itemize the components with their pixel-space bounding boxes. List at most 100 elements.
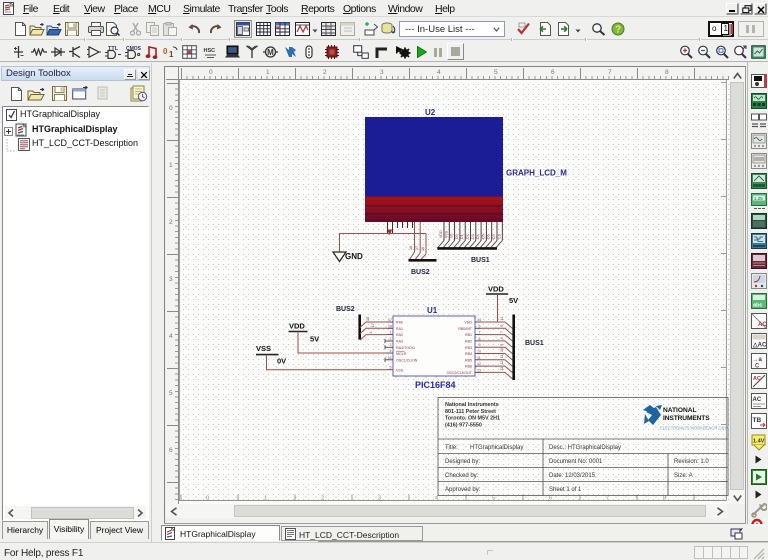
svg-text:12: 12 bbox=[477, 362, 481, 366]
svg-text:7: 7 bbox=[500, 331, 504, 333]
svg-text:D7: D7 bbox=[492, 234, 496, 239]
svg-text:Title:: Title: bbox=[445, 445, 458, 451]
svg-text:1.25: 1.25 bbox=[754, 196, 763, 201]
svg-text:Designed by:: Designed by: bbox=[445, 459, 480, 465]
svg-text:1: 1 bbox=[264, 496, 267, 502]
svg-text:6: 6 bbox=[479, 324, 481, 328]
svg-text:7: 7 bbox=[606, 496, 609, 502]
svg-text:AC: AC bbox=[758, 322, 767, 328]
svg-text:HTGraphicalDisplay: HTGraphicalDisplay bbox=[470, 445, 523, 451]
svg-text:1: 1 bbox=[169, 50, 174, 59]
svg-text:12: 12 bbox=[500, 361, 504, 365]
svg-text:3: 3 bbox=[378, 496, 381, 502]
svg-text:AC: AC bbox=[753, 376, 761, 382]
svg-text:10: 10 bbox=[477, 350, 481, 354]
svg-text:TB: TB bbox=[753, 417, 762, 424]
svg-text:NATIONAL: NATIONAL bbox=[663, 407, 697, 414]
svg-text:OSC1/CLKIN: OSC1/CLKIN bbox=[396, 358, 418, 362]
svg-text:RA0: RA0 bbox=[396, 321, 403, 325]
svg-text:6: 6 bbox=[549, 496, 552, 502]
svg-text:Approved by:: Approved by: bbox=[445, 487, 481, 493]
svg-text:9: 9 bbox=[500, 344, 504, 346]
svg-text:(416) 977-5550: (416) 977-5550 bbox=[445, 422, 482, 428]
svg-text:3: 3 bbox=[390, 343, 392, 347]
svg-text:5V: 5V bbox=[509, 296, 518, 305]
svg-text:D0: D0 bbox=[455, 234, 459, 239]
svg-text:VDD: VDD bbox=[439, 230, 443, 238]
svg-text:9: 9 bbox=[479, 343, 481, 347]
svg-text:RB1: RB1 bbox=[465, 333, 472, 337]
svg-text:17: 17 bbox=[371, 323, 375, 327]
svg-text:8: 8 bbox=[663, 496, 666, 502]
svg-text:1: 1 bbox=[369, 332, 373, 334]
svg-text:BUS2: BUS2 bbox=[336, 306, 355, 313]
svg-text:RB2: RB2 bbox=[465, 340, 472, 344]
svg-text:14: 14 bbox=[500, 317, 504, 321]
svg-text:BUS1: BUS1 bbox=[471, 257, 490, 264]
svg-text:16: 16 bbox=[388, 356, 392, 360]
svg-text:BUS2: BUS2 bbox=[411, 269, 430, 276]
svg-text:11: 11 bbox=[500, 355, 504, 359]
svg-text:11: 11 bbox=[477, 356, 481, 360]
svg-text:RA3: RA3 bbox=[396, 340, 403, 344]
svg-text:VSS: VSS bbox=[256, 344, 271, 353]
svg-text:VSS: VSS bbox=[444, 230, 448, 238]
svg-text:RB5: RB5 bbox=[465, 358, 472, 362]
svg-text:0: 0 bbox=[163, 47, 168, 56]
svg-text:0: 0 bbox=[206, 496, 209, 502]
svg-text:Desc.: HTGraphicalDisplay: Desc.: HTGraphicalDisplay bbox=[549, 445, 621, 451]
svg-text:VDD: VDD bbox=[464, 321, 472, 325]
svg-text:MCLR: MCLR bbox=[396, 352, 407, 356]
svg-text:1: 1 bbox=[390, 331, 392, 335]
svg-text:0V: 0V bbox=[277, 357, 286, 366]
svg-text:→a: →a bbox=[753, 357, 763, 363]
svg-text:18: 18 bbox=[409, 246, 413, 250]
svg-text:801-111 Peter Street: 801-111 Peter Street bbox=[445, 409, 496, 415]
svg-text:10: 10 bbox=[500, 348, 504, 352]
svg-text:5: 5 bbox=[390, 366, 392, 370]
svg-text:RA2: RA2 bbox=[396, 333, 403, 337]
svg-text:18: 18 bbox=[366, 317, 370, 321]
svg-text:HSC: HSC bbox=[204, 48, 216, 54]
svg-text:ELECTRONICS WORKBENCH GROUP: ELECTRONICS WORKBENCH GROUP bbox=[660, 426, 729, 431]
svg-text:Date: 12/03/2015: Date: 12/03/2015 bbox=[549, 473, 596, 479]
svg-text:13: 13 bbox=[500, 367, 504, 371]
svg-text:5V: 5V bbox=[310, 335, 319, 344]
svg-text:Size: A: Size: A bbox=[674, 473, 693, 479]
svg-text:Document No: 0001: Document No: 0001 bbox=[549, 459, 603, 465]
svg-text:BUS1: BUS1 bbox=[525, 340, 544, 347]
svg-text:VDD: VDD bbox=[488, 285, 504, 294]
svg-text:1.4V: 1.4V bbox=[753, 439, 765, 445]
svg-text:17: 17 bbox=[415, 246, 419, 250]
svg-text:RA4/TOCKI: RA4/TOCKI bbox=[396, 346, 415, 350]
svg-text:17: 17 bbox=[388, 318, 392, 322]
svg-text:6: 6 bbox=[500, 325, 504, 327]
svg-text:8: 8 bbox=[479, 337, 481, 341]
svg-text:C: C bbox=[755, 364, 760, 370]
svg-text:U2: U2 bbox=[425, 108, 436, 117]
svg-text:CS: CS bbox=[497, 233, 501, 239]
svg-text:2: 2 bbox=[390, 337, 392, 341]
svg-text:5: 5 bbox=[492, 496, 495, 502]
svg-text:U1: U1 bbox=[427, 306, 438, 315]
svg-text:D5: D5 bbox=[481, 234, 485, 239]
svg-text:VDD: VDD bbox=[289, 322, 305, 331]
svg-text:?: ? bbox=[615, 25, 621, 36]
svg-text:RB6: RB6 bbox=[465, 365, 472, 369]
svg-text:PIC16F84: PIC16F84 bbox=[415, 380, 456, 390]
svg-text:RB0/INT: RB0/INT bbox=[458, 327, 473, 331]
svg-text:National Instruments: National Instruments bbox=[445, 402, 499, 408]
svg-text:RB4: RB4 bbox=[465, 352, 472, 356]
svg-text:INSTRUMENTS: INSTRUMENTS bbox=[663, 415, 710, 422]
svg-text:D3: D3 bbox=[471, 234, 475, 239]
svg-text:D2: D2 bbox=[466, 234, 470, 239]
svg-text:Sheet 1 of 1: Sheet 1 of 1 bbox=[549, 487, 582, 493]
svg-text:V0: V0 bbox=[450, 234, 454, 238]
svg-text:abc: abc bbox=[753, 303, 762, 309]
svg-text:GND: GND bbox=[345, 252, 363, 261]
svg-text:D1: D1 bbox=[460, 234, 464, 239]
svg-text:Toronto, ON M5V 2H1: Toronto, ON M5V 2H1 bbox=[445, 416, 500, 422]
svg-text:Revision: 1.0: Revision: 1.0 bbox=[674, 459, 709, 465]
svg-text:Checked by:: Checked by: bbox=[445, 473, 479, 479]
svg-text:14: 14 bbox=[477, 318, 481, 322]
